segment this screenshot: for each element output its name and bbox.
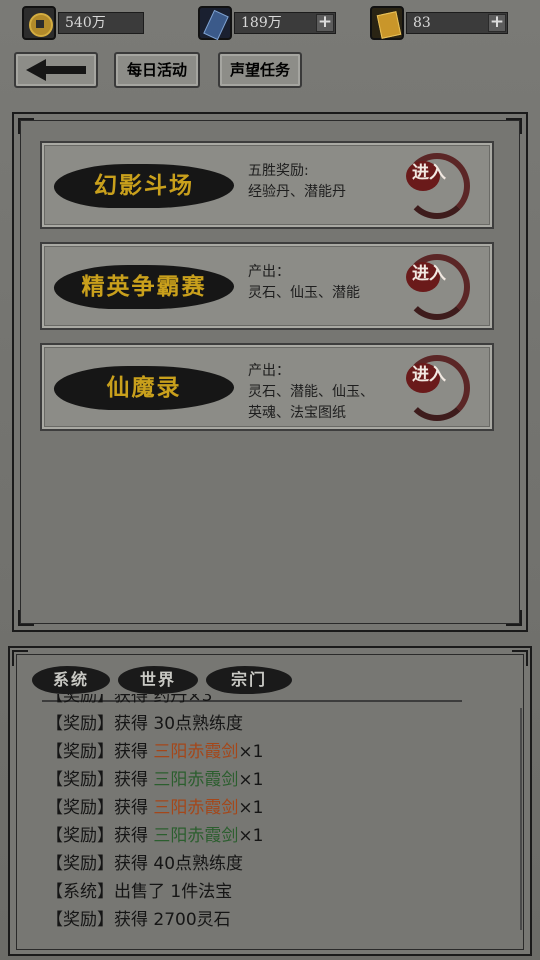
corner-ornament bbox=[18, 610, 34, 626]
enter-button[interactable]: 进入 bbox=[404, 153, 470, 219]
chat-line: 【奖励】获得 三阳赤霞剑×1 bbox=[46, 742, 264, 762]
tab-sect[interactable]: 宗门 bbox=[206, 666, 292, 694]
activity-card-immortal-demon-record[interactable]: 仙魔录 产出： 灵石、潜能、仙玉、 英魂、法宝图纸 进入 bbox=[40, 343, 494, 431]
add-crystal-button[interactable]: + bbox=[316, 14, 334, 32]
chat-line: 【奖励】获得 40点熟练度 bbox=[46, 854, 244, 874]
corner-ornament bbox=[506, 118, 522, 134]
reputation-task-button[interactable]: 声望任务 bbox=[218, 52, 302, 88]
activity-banner: 仙魔录 bbox=[51, 366, 237, 410]
daily-activity-label: 每日活动 bbox=[126, 61, 187, 79]
activity-name: 精英争霸赛 bbox=[81, 273, 207, 300]
enter-label: 进入 bbox=[412, 163, 446, 183]
tab-system[interactable]: 系统 bbox=[32, 666, 110, 694]
corner-ornament bbox=[506, 610, 522, 626]
activity-desc: 五胜奖励: 经验丹、潜能丹 bbox=[248, 161, 346, 203]
enter-button[interactable]: 进入 bbox=[404, 355, 470, 421]
desc-line: 经验丹、潜能丹 bbox=[248, 184, 346, 200]
yinyang-coin-icon bbox=[22, 6, 56, 40]
chat-line: 【奖励】获得 30点熟练度 bbox=[46, 714, 244, 734]
chat-line: 【奖励】获得 2700灵石 bbox=[46, 910, 231, 930]
desc-line: 五胜奖励: bbox=[248, 163, 309, 179]
copper-value: 540万 bbox=[58, 12, 144, 34]
desc-line: 灵石、仙玉、潜能 bbox=[248, 285, 360, 301]
desc-line: 产出： bbox=[248, 363, 290, 379]
corner-ornament bbox=[12, 650, 28, 666]
activity-banner: 精英争霸赛 bbox=[51, 265, 237, 309]
daily-activity-button[interactable]: 每日活动 bbox=[114, 52, 200, 88]
enter-button[interactable]: 进入 bbox=[404, 254, 470, 320]
desc-line: 英魂、法宝图纸 bbox=[248, 405, 346, 421]
chat-line: 【奖励】获得 三阳赤霞剑×1 bbox=[46, 770, 264, 790]
reputation-task-label: 声望任务 bbox=[229, 61, 290, 79]
enter-label: 进入 bbox=[412, 365, 446, 385]
activity-card-phantom-arena[interactable]: 幻影斗场 五胜奖励: 经验丹、潜能丹 进入 bbox=[40, 141, 494, 229]
back-button[interactable] bbox=[14, 52, 98, 88]
tab-label: 宗门 bbox=[230, 670, 267, 689]
copper-currency: 540万 bbox=[22, 6, 144, 40]
corner-ornament bbox=[512, 650, 528, 666]
chat-scrollbar[interactable] bbox=[520, 708, 522, 930]
desc-line: 灵石、潜能、仙玉、 bbox=[248, 384, 374, 400]
activity-banner: 幻影斗场 bbox=[51, 164, 237, 208]
activity-desc: 产出： 灵石、仙玉、潜能 bbox=[248, 262, 360, 304]
chat-line: 【系统】出售了 1件法宝 bbox=[46, 882, 233, 902]
desc-line: 产出： bbox=[248, 264, 290, 280]
chat-panel: 系统 世界 宗门 【奖励】获得 药丹×3 【奖励】获得 30点熟练度 【奖励】获… bbox=[8, 646, 532, 956]
gold-currency: 83 + bbox=[370, 6, 510, 40]
tab-label: 系统 bbox=[52, 670, 89, 689]
add-gold-button[interactable]: + bbox=[488, 14, 506, 32]
chat-line: 【奖励】获得 药丹×3 bbox=[46, 694, 213, 706]
activity-card-elite-tournament[interactable]: 精英争霸赛 产出： 灵石、仙玉、潜能 进入 bbox=[40, 242, 494, 330]
crystal-currency: 189万 + bbox=[198, 6, 338, 41]
tab-label: 世界 bbox=[139, 670, 176, 689]
enter-label: 进入 bbox=[412, 264, 446, 284]
tab-world[interactable]: 世界 bbox=[118, 666, 198, 694]
gold-ingot-icon bbox=[370, 6, 404, 40]
chat-line: 【奖励】获得 三阳赤霞剑×1 bbox=[46, 826, 264, 846]
arrow-left-icon bbox=[26, 59, 86, 81]
activity-desc: 产出： 灵石、潜能、仙玉、 英魂、法宝图纸 bbox=[248, 361, 374, 424]
corner-ornament bbox=[18, 118, 34, 134]
activity-name: 幻影斗场 bbox=[94, 172, 194, 199]
crystal-icon bbox=[198, 6, 232, 41]
chat-log: 【奖励】获得 药丹×3 【奖励】获得 30点熟练度 【奖励】获得 三阳赤霞剑×1… bbox=[46, 694, 506, 936]
activity-name: 仙魔录 bbox=[106, 374, 182, 401]
chat-line: 【奖励】获得 三阳赤霞剑×1 bbox=[46, 798, 264, 818]
